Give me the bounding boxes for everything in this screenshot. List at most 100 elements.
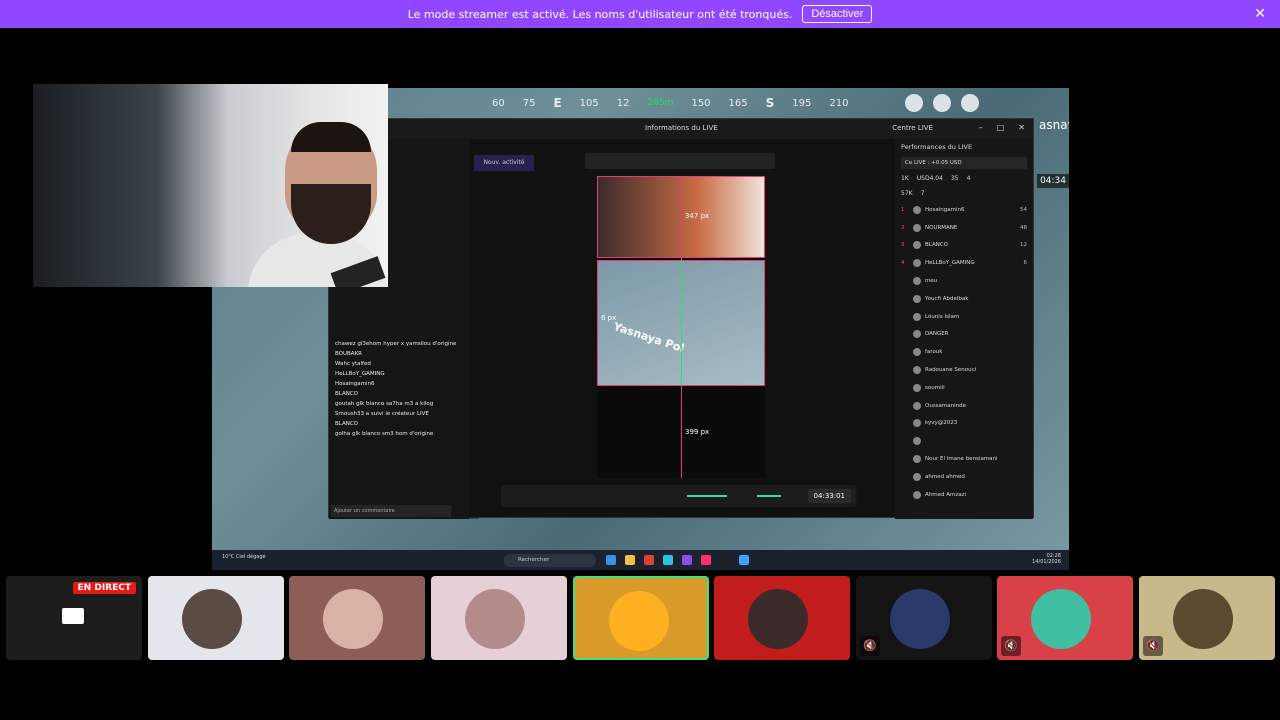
viewer-name: Ahmed Amzazi (925, 491, 967, 498)
gear-icon (961, 94, 979, 112)
playback-controls[interactable]: 04:33:01 (501, 485, 857, 507)
shield-icon (933, 94, 951, 112)
avatar (913, 419, 921, 428)
app-icon (701, 555, 711, 565)
viewer-name: NOURMANE (925, 224, 958, 231)
participant-tile[interactable]: 🔇 (1139, 576, 1275, 660)
leaderboard-row: Radouane Senouci (895, 361, 1033, 379)
participant-tiles: EN DIRECT 🔇 🔇 🔇 (6, 576, 1276, 660)
weather-widget: 10°C Ciel dégagé (222, 554, 266, 560)
avatar (890, 589, 950, 649)
preview-toolbar[interactable] (585, 153, 775, 169)
chat-overlay: chawez gl3ehom hyper x yamsilou d'origin… (329, 339, 479, 519)
leaderboard-row: soumiii (895, 379, 1033, 397)
viewer-name: ahmed ahmed (925, 473, 965, 480)
window-controls: – □ ✕ (979, 123, 1025, 132)
avatar (182, 589, 242, 649)
chat-line: BLANCO (335, 421, 359, 427)
participant-tile[interactable]: EN DIRECT (6, 576, 142, 660)
chat-line: Smoush33 a suivi le créateur LIVE (335, 411, 429, 417)
volume-slider[interactable] (687, 495, 727, 497)
mic-muted-icon: 🔇 (1143, 636, 1163, 656)
avatar (465, 589, 525, 649)
avatar (913, 294, 921, 303)
px-label-side: 6 px (601, 314, 617, 322)
participant-tile[interactable] (573, 576, 709, 660)
app-icon (606, 555, 616, 565)
chat-line: HeLLBoY_GAMING (335, 371, 385, 377)
viewer-name: Oussamaninde (925, 402, 967, 409)
avatar (913, 437, 921, 446)
leaderboard-row: Ahmed Amzazi (895, 486, 1033, 504)
avatar (913, 401, 921, 410)
viewer-name: meu (925, 278, 938, 285)
avatar (1031, 589, 1091, 649)
app-icon (625, 555, 635, 565)
app-icon (644, 555, 654, 565)
avatar (913, 241, 921, 250)
app-icon (663, 555, 673, 565)
avatar (913, 348, 921, 357)
close-icon: ✕ (1018, 123, 1025, 132)
leaderboard-row: 1 Hosaingamin6 54 (895, 201, 1033, 219)
participant-tile[interactable]: 🔇 (856, 576, 992, 660)
score: 12 (1020, 242, 1027, 249)
viewer-name: farouk (925, 349, 943, 356)
leaderboard-row: Lôunis Islam (895, 308, 1033, 326)
participant-tile[interactable] (148, 576, 284, 660)
chat-input[interactable]: Ajouter un commentaire (331, 505, 451, 517)
chat-line: BLANCO (335, 391, 359, 397)
screen-share-icon (62, 608, 84, 624)
player-icon (905, 94, 923, 112)
participant-tile[interactable] (431, 576, 567, 660)
viewer-name: soumiii (925, 384, 945, 391)
viewer-name: HeLLBoY_GAMING (925, 260, 975, 267)
participant-tile[interactable] (714, 576, 850, 660)
avatar (913, 330, 921, 339)
px-label-top: 347 px (685, 212, 710, 220)
participant-tile[interactable]: 🔇 (997, 576, 1133, 660)
obs-titlebar: Informations du LIVE Centre LIVE – □ ✕ (329, 119, 1033, 139)
leaderboard-row: Nour El Imane bensiamani (895, 450, 1033, 468)
avatar (913, 223, 921, 232)
guide-line-green (681, 260, 682, 386)
taskbar-search: Rechercher (504, 554, 596, 567)
close-icon[interactable]: ✕ (1254, 6, 1266, 22)
avatar (609, 591, 669, 651)
window-title: Informations du LIVE (645, 124, 718, 132)
disable-streamer-mode-button[interactable]: Désactiver (802, 5, 873, 23)
avatar (913, 472, 921, 481)
chat-line: goutah glk blanco sa7ha m3 a kilog (335, 401, 434, 407)
stats-row: 1K USD4.04 35 4 (901, 175, 971, 182)
stats-row-2: 57K 7 (901, 190, 925, 197)
avatar (913, 277, 921, 286)
game-hud-icons (905, 94, 979, 112)
chat-line: golha glk blanco sm3 hom d'origine (335, 431, 434, 437)
chat-line: Wahc ytalfed (335, 361, 371, 367)
webcam-overlay (33, 84, 388, 287)
app-icon (739, 555, 749, 565)
viewer-name: Radouane Senouci (925, 367, 977, 374)
performance-panel: Performances du LIVE Ce LIVE : +0.05 USD… (895, 139, 1033, 519)
rank: 2 (901, 224, 905, 231)
obs-window: Informations du LIVE Centre LIVE – □ ✕ cha… (328, 118, 1034, 519)
app-icon (682, 555, 692, 565)
score: 48 (1020, 224, 1027, 231)
mic-muted-icon: 🔇 (1001, 636, 1021, 656)
chat-line: chawez gl3ehom hyper x yamsilou d'origin… (335, 341, 457, 347)
live-badge: EN DIRECT (72, 582, 136, 594)
minimize-icon: – (978, 123, 983, 132)
maximize-icon: □ (996, 123, 1005, 132)
mic-slider[interactable] (757, 495, 781, 497)
viewer-name: kyvy@2023 (925, 420, 958, 427)
avatar (1173, 589, 1233, 649)
participant-tile[interactable] (289, 576, 425, 660)
viewer-name: Youcfi Abdelbak (925, 295, 969, 302)
avatar (748, 589, 808, 649)
windows-taskbar: 10°C Ciel dégagé Rechercher 02:28 14/01/… (212, 550, 1069, 570)
mic-muted-icon: 🔇 (860, 636, 880, 656)
chat-line: Hosaingamin6 (335, 381, 375, 387)
avatar (913, 205, 921, 214)
person-hair (291, 122, 371, 152)
avatar (323, 589, 383, 649)
